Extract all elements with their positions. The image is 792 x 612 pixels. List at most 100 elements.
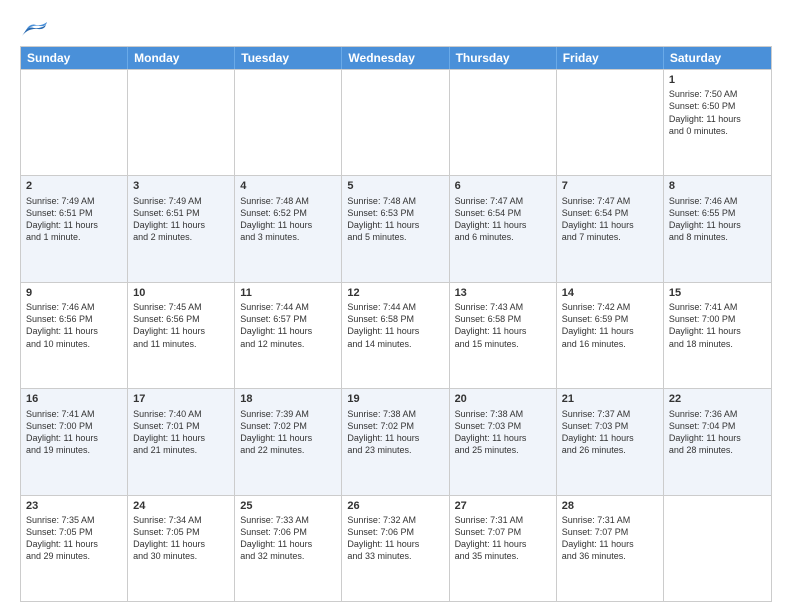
day-cell-20: 20Sunrise: 7:38 AM Sunset: 7:03 PM Dayli… [450, 389, 557, 494]
empty-cell [342, 70, 449, 175]
empty-cell [557, 70, 664, 175]
day-number: 16 [26, 392, 122, 406]
day-cell-17: 17 Sunrise: 7:40 AM Sunset: 7:01 PM Dayli… [128, 389, 235, 494]
day-number: 15 [669, 286, 766, 300]
week-row-4: 16 Sunrise: 7:41 AM Sunset: 7:00 PM Dayli… [21, 388, 771, 494]
day-cell-3: 3Sunrise: 7:49 AM Sunset: 6:51 PM Daylig… [128, 176, 235, 281]
day-cell-28: 28Sunrise: 7:31 AM Sunset: 7:07 PM Dayli… [557, 496, 664, 601]
day-number: 10 [133, 286, 229, 300]
day-cell-24: 24Sunrise: 7:34 AM Sunset: 7:05 PM Dayli… [128, 496, 235, 601]
day-cell-23: 23Sunrise: 7:35 AM Sunset: 7:05 PM Dayli… [21, 496, 128, 601]
day-cell-26: 26Sunrise: 7:32 AM Sunset: 7:06 PM Dayli… [342, 496, 449, 601]
day-cell-18: 18 Sunrise: 7:39 AM Sunset: 7:02 PM Dayli… [235, 389, 342, 494]
day-info: Sunrise: 7:44 AM Sunset: 6:57 PM Dayligh… [240, 301, 336, 350]
day-info: Sunrise: 7:36 AM Sunset: 7:04 PM Dayligh… [669, 408, 766, 457]
calendar-body: 1Sunrise: 7:50 AM Sunset: 6:50 PM Daylig… [21, 69, 771, 601]
day-number: 12 [347, 286, 443, 300]
day-cell-4: 4 Sunrise: 7:48 AM Sunset: 6:52 PM Daylig… [235, 176, 342, 281]
header-day-saturday: Saturday [664, 47, 771, 69]
calendar-header: SundayMondayTuesdayWednesdayThursdayFrid… [21, 47, 771, 69]
day-info: Sunrise: 7:45 AM Sunset: 6:56 PM Dayligh… [133, 301, 229, 350]
day-number: 11 [240, 286, 336, 300]
day-number: 24 [133, 499, 229, 513]
day-number: 7 [562, 179, 658, 193]
logo-icon [20, 16, 48, 38]
day-info: Sunrise: 7:47 AM Sunset: 6:54 PM Dayligh… [562, 195, 658, 244]
day-cell-8: 8 Sunrise: 7:46 AM Sunset: 6:55 PM Daylig… [664, 176, 771, 281]
day-number: 19 [347, 392, 443, 406]
empty-cell [664, 496, 771, 601]
day-cell-2: 2 Sunrise: 7:49 AM Sunset: 6:51 PM Daylig… [21, 176, 128, 281]
day-number: 26 [347, 499, 443, 513]
day-info: Sunrise: 7:49 AM Sunset: 6:51 PM Dayligh… [26, 195, 122, 244]
week-row-1: 1Sunrise: 7:50 AM Sunset: 6:50 PM Daylig… [21, 69, 771, 175]
empty-cell [21, 70, 128, 175]
day-number: 25 [240, 499, 336, 513]
page: SundayMondayTuesdayWednesdayThursdayFrid… [0, 0, 792, 612]
day-number: 2 [26, 179, 122, 193]
day-info: Sunrise: 7:33 AM Sunset: 7:06 PM Dayligh… [240, 514, 336, 563]
day-number: 8 [669, 179, 766, 193]
day-number: 18 [240, 392, 336, 406]
day-info: Sunrise: 7:46 AM Sunset: 6:55 PM Dayligh… [669, 195, 766, 244]
day-number: 14 [562, 286, 658, 300]
week-row-5: 23Sunrise: 7:35 AM Sunset: 7:05 PM Dayli… [21, 495, 771, 601]
day-cell-21: 21 Sunrise: 7:37 AM Sunset: 7:03 PM Dayli… [557, 389, 664, 494]
day-cell-7: 7 Sunrise: 7:47 AM Sunset: 6:54 PM Daylig… [557, 176, 664, 281]
header-day-thursday: Thursday [450, 47, 557, 69]
day-cell-6: 6 Sunrise: 7:47 AM Sunset: 6:54 PM Daylig… [450, 176, 557, 281]
calendar: SundayMondayTuesdayWednesdayThursdayFrid… [20, 46, 772, 602]
day-info: Sunrise: 7:44 AM Sunset: 6:58 PM Dayligh… [347, 301, 443, 350]
day-info: Sunrise: 7:48 AM Sunset: 6:52 PM Dayligh… [240, 195, 336, 244]
day-number: 22 [669, 392, 766, 406]
day-cell-25: 25Sunrise: 7:33 AM Sunset: 7:06 PM Dayli… [235, 496, 342, 601]
day-info: Sunrise: 7:31 AM Sunset: 7:07 PM Dayligh… [562, 514, 658, 563]
day-info: Sunrise: 7:40 AM Sunset: 7:01 PM Dayligh… [133, 408, 229, 457]
day-info: Sunrise: 7:41 AM Sunset: 7:00 PM Dayligh… [669, 301, 766, 350]
day-cell-11: 11Sunrise: 7:44 AM Sunset: 6:57 PM Dayli… [235, 283, 342, 388]
day-info: Sunrise: 7:50 AM Sunset: 6:50 PM Dayligh… [669, 88, 766, 137]
day-info: Sunrise: 7:37 AM Sunset: 7:03 PM Dayligh… [562, 408, 658, 457]
day-number: 13 [455, 286, 551, 300]
day-info: Sunrise: 7:38 AM Sunset: 7:02 PM Dayligh… [347, 408, 443, 457]
logo [20, 16, 52, 38]
week-row-2: 2 Sunrise: 7:49 AM Sunset: 6:51 PM Daylig… [21, 175, 771, 281]
header-day-tuesday: Tuesday [235, 47, 342, 69]
day-info: Sunrise: 7:31 AM Sunset: 7:07 PM Dayligh… [455, 514, 551, 563]
day-info: Sunrise: 7:38 AM Sunset: 7:03 PM Dayligh… [455, 408, 551, 457]
header-day-sunday: Sunday [21, 47, 128, 69]
header-day-friday: Friday [557, 47, 664, 69]
day-number: 1 [669, 73, 766, 87]
header [20, 16, 772, 38]
empty-cell [450, 70, 557, 175]
day-cell-14: 14Sunrise: 7:42 AM Sunset: 6:59 PM Dayli… [557, 283, 664, 388]
day-cell-19: 19 Sunrise: 7:38 AM Sunset: 7:02 PM Dayli… [342, 389, 449, 494]
day-info: Sunrise: 7:41 AM Sunset: 7:00 PM Dayligh… [26, 408, 122, 457]
day-info: Sunrise: 7:42 AM Sunset: 6:59 PM Dayligh… [562, 301, 658, 350]
empty-cell [128, 70, 235, 175]
day-cell-13: 13Sunrise: 7:43 AM Sunset: 6:58 PM Dayli… [450, 283, 557, 388]
day-cell-5: 5 Sunrise: 7:48 AM Sunset: 6:53 PM Daylig… [342, 176, 449, 281]
day-info: Sunrise: 7:34 AM Sunset: 7:05 PM Dayligh… [133, 514, 229, 563]
day-info: Sunrise: 7:39 AM Sunset: 7:02 PM Dayligh… [240, 408, 336, 457]
day-number: 27 [455, 499, 551, 513]
day-info: Sunrise: 7:47 AM Sunset: 6:54 PM Dayligh… [455, 195, 551, 244]
week-row-3: 9Sunrise: 7:46 AM Sunset: 6:56 PM Daylig… [21, 282, 771, 388]
day-number: 21 [562, 392, 658, 406]
day-cell-27: 27Sunrise: 7:31 AM Sunset: 7:07 PM Dayli… [450, 496, 557, 601]
day-number: 23 [26, 499, 122, 513]
day-info: Sunrise: 7:43 AM Sunset: 6:58 PM Dayligh… [455, 301, 551, 350]
day-number: 6 [455, 179, 551, 193]
empty-cell [235, 70, 342, 175]
day-number: 5 [347, 179, 443, 193]
header-day-wednesday: Wednesday [342, 47, 449, 69]
day-number: 9 [26, 286, 122, 300]
day-cell-15: 15Sunrise: 7:41 AM Sunset: 7:00 PM Dayli… [664, 283, 771, 388]
day-number: 17 [133, 392, 229, 406]
day-number: 4 [240, 179, 336, 193]
day-cell-1: 1Sunrise: 7:50 AM Sunset: 6:50 PM Daylig… [664, 70, 771, 175]
day-cell-9: 9Sunrise: 7:46 AM Sunset: 6:56 PM Daylig… [21, 283, 128, 388]
day-info: Sunrise: 7:49 AM Sunset: 6:51 PM Dayligh… [133, 195, 229, 244]
day-info: Sunrise: 7:35 AM Sunset: 7:05 PM Dayligh… [26, 514, 122, 563]
day-info: Sunrise: 7:48 AM Sunset: 6:53 PM Dayligh… [347, 195, 443, 244]
